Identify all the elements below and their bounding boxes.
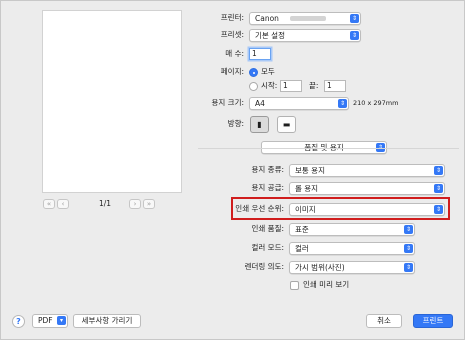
copies-field[interactable]: 1 <box>249 48 271 60</box>
print-preview-label: 인쇄 미리 보기 <box>303 280 350 289</box>
print-quality-label: 인쇄 품질: <box>251 224 284 233</box>
previous-page-button[interactable]: ‹ <box>57 199 69 209</box>
section-divider <box>198 148 459 149</box>
chevron-updown-icon: ⇕ <box>338 99 347 108</box>
chevron-updown-icon: ⇕ <box>404 225 413 234</box>
page-indicator: 1/1 <box>99 199 112 208</box>
pages-all-label: 모두 <box>261 67 275 76</box>
preset-value: 기본 설정 <box>255 31 285 40</box>
last-page-button[interactable]: » <box>143 199 155 209</box>
media-type-value: 보통 용지 <box>295 166 325 175</box>
media-type-label: 용지 종류: <box>251 165 284 174</box>
chevron-updown-icon: ⇕ <box>350 14 359 23</box>
copies-label: 매 수: <box>225 49 244 58</box>
print-priority-popup[interactable]: 이미지 ⇕ <box>289 203 445 216</box>
cancel-button[interactable]: 취소 <box>366 314 402 328</box>
chevron-updown-icon: ⇕ <box>350 31 359 40</box>
help-button[interactable]: ? <box>12 315 25 328</box>
preset-label: 프리셋: <box>220 30 244 39</box>
print-dialog: « ‹ 1/1 › » 프린터: Canon ⇕ 프리셋: 기본 설정 ⇕ 매 … <box>0 0 465 340</box>
landscape-orientation-button[interactable]: ▬ <box>277 116 296 133</box>
first-page-button[interactable]: « <box>43 199 55 209</box>
printer-value: Canon <box>255 14 279 23</box>
print-quality-value: 표준 <box>295 225 309 234</box>
pages-range-radio[interactable] <box>249 82 258 91</box>
pages-to-label: 끝: <box>309 81 319 90</box>
question-icon: ? <box>16 317 21 326</box>
chevron-updown-icon: ⇕ <box>404 244 413 253</box>
pages-from-field[interactable]: 1 <box>280 80 302 92</box>
pages-from-label: 시작: <box>261 81 278 90</box>
rendering-intent-popup[interactable]: 가시 범위(사진) ⇕ <box>289 261 415 274</box>
pages-to-field[interactable]: 1 <box>324 80 346 92</box>
pdf-menu-button[interactable]: PDF ▾ <box>32 314 68 328</box>
chevron-updown-icon: ⇕ <box>434 166 443 175</box>
paper-source-label: 용지 공급: <box>251 183 284 192</box>
pages-label: 페이지: <box>220 67 244 76</box>
printer-label: 프린터: <box>220 13 244 22</box>
pages-all-radio[interactable] <box>249 68 258 77</box>
rendering-intent-value: 가시 범위(사진) <box>295 263 345 272</box>
hide-details-button[interactable]: 세부사항 가리기 <box>73 314 141 328</box>
chevron-down-icon: ▾ <box>57 316 66 325</box>
color-mode-value: 컬러 <box>295 244 309 253</box>
paper-size-label: 용지 크기: <box>211 98 244 107</box>
portrait-icon: ▮ <box>257 120 262 129</box>
color-mode-popup[interactable]: 컬러 ⇕ <box>289 242 415 255</box>
color-mode-label: 컬러 모드: <box>251 243 284 252</box>
print-priority-value: 이미지 <box>295 205 316 214</box>
print-button[interactable]: 프린트 <box>413 314 453 328</box>
next-page-button[interactable]: › <box>129 199 141 209</box>
paper-source-popup[interactable]: 롤 용지 ⇕ <box>289 182 445 195</box>
printer-popup[interactable]: Canon ⇕ <box>249 12 361 25</box>
print-quality-popup[interactable]: 표준 ⇕ <box>289 223 415 236</box>
page-preview <box>42 10 182 193</box>
print-priority-label: 인쇄 우선 순위: <box>235 204 284 213</box>
chevron-updown-icon: ⇕ <box>404 263 413 272</box>
media-type-popup[interactable]: 보통 용지 ⇕ <box>289 164 445 177</box>
orientation-label: 방향: <box>227 119 244 128</box>
preset-popup[interactable]: 기본 설정 ⇕ <box>249 29 361 42</box>
printer-model-blurred <box>290 16 326 21</box>
paper-source-value: 롤 용지 <box>295 184 319 193</box>
landscape-icon: ▬ <box>282 120 291 129</box>
rendering-intent-label: 렌더링 의도: <box>244 262 284 271</box>
print-preview-checkbox[interactable] <box>290 281 299 290</box>
pdf-label: PDF <box>38 316 53 325</box>
paper-size-popup[interactable]: A4 ⇕ <box>249 97 349 110</box>
chevron-updown-icon: ⇕ <box>434 205 443 214</box>
portrait-orientation-button[interactable]: ▮ <box>250 116 269 133</box>
chevron-updown-icon: ⇕ <box>434 184 443 193</box>
paper-size-value: A4 <box>255 99 265 108</box>
paper-dimensions: 210 x 297mm <box>353 99 399 107</box>
